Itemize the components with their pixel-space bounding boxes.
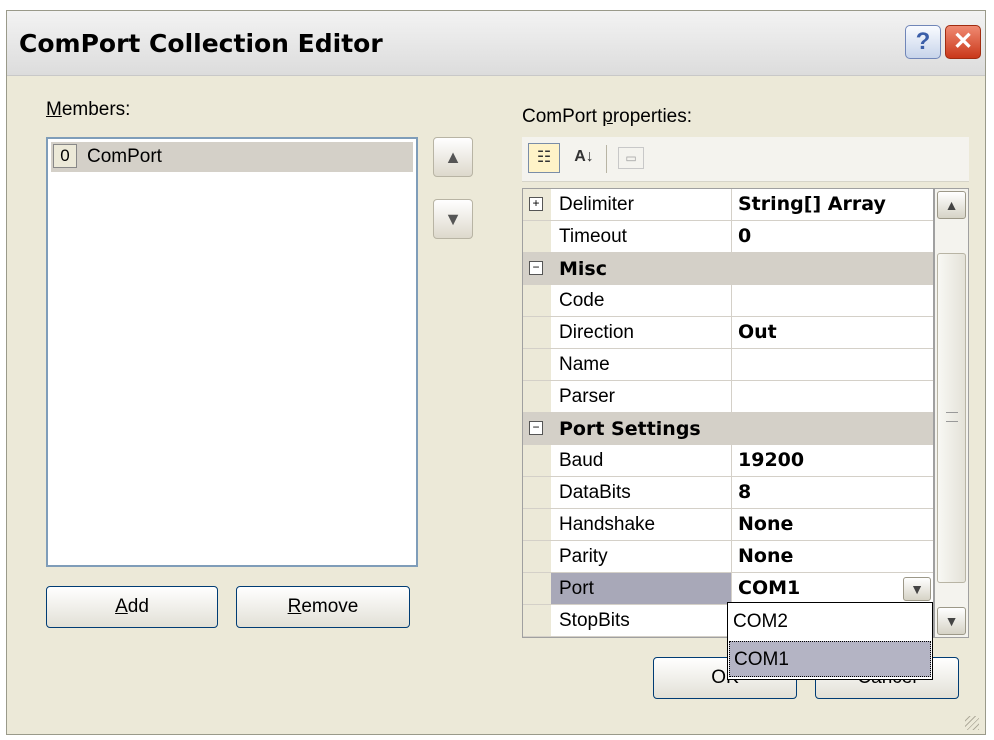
members-label: Members: xyxy=(46,99,131,120)
list-item[interactable]: 0 ComPort xyxy=(51,142,413,172)
property-name: DataBits xyxy=(559,482,631,503)
property-value[interactable]: 0 xyxy=(731,221,933,252)
row-gutter xyxy=(523,285,551,316)
members-list[interactable]: 0 ComPort xyxy=(46,137,418,567)
move-down-button[interactable]: ▼ xyxy=(433,199,473,239)
categorized-icon: ☷ xyxy=(536,149,552,166)
property-toolbar: ☷ A↓ ▭ xyxy=(522,137,969,182)
dropdown-option-com2[interactable]: COM2 xyxy=(729,604,931,640)
property-row-direction[interactable]: Direction Out xyxy=(523,317,933,349)
property-value[interactable] xyxy=(731,381,933,412)
property-row-delimiter[interactable]: + Delimiter String[] Array xyxy=(523,189,933,221)
property-name: Delimiter xyxy=(559,194,634,215)
property-name: Code xyxy=(559,290,605,311)
category-name: Port Settings xyxy=(559,418,701,440)
property-name: Port xyxy=(559,578,594,599)
property-value[interactable]: 19200 xyxy=(731,445,933,476)
dropdown-button[interactable]: ▼ xyxy=(903,577,931,601)
property-row-code[interactable]: Code xyxy=(523,285,933,317)
sort-az-icon: A↓ xyxy=(574,148,594,165)
row-gutter xyxy=(523,221,551,252)
property-name: Timeout xyxy=(559,226,627,247)
chevron-up-icon: ▲ xyxy=(944,197,959,213)
help-button[interactable]: ? xyxy=(905,25,941,59)
category-name: Misc xyxy=(559,258,607,280)
member-name: ComPort xyxy=(87,146,162,167)
property-row-baud[interactable]: Baud 19200 xyxy=(523,445,933,477)
property-scrollbar[interactable]: ▲ ▼ xyxy=(934,188,969,638)
chevron-down-icon: ▼ xyxy=(944,613,959,629)
categorized-button[interactable]: ☷ xyxy=(528,143,560,173)
alphabetical-button[interactable]: A↓ xyxy=(568,143,600,173)
category-misc[interactable]: − Misc xyxy=(523,253,933,285)
category-port-settings[interactable]: − Port Settings xyxy=(523,413,933,445)
add-button[interactable]: Add xyxy=(46,586,218,628)
remove-button[interactable]: Remove xyxy=(236,586,410,628)
arrow-up-icon: ▲ xyxy=(444,147,462,167)
property-value[interactable]: 8 xyxy=(731,477,933,508)
close-button[interactable]: ✕ xyxy=(945,25,981,59)
property-row-timeout[interactable]: Timeout 0 xyxy=(523,221,933,253)
property-value[interactable] xyxy=(731,349,933,380)
property-pages-icon: ▭ xyxy=(625,151,637,165)
properties-label: ComPort properties: xyxy=(522,106,693,127)
property-name: Parity xyxy=(559,546,608,567)
scroll-down-button[interactable]: ▼ xyxy=(937,607,966,635)
grip-icon xyxy=(946,412,958,422)
property-row-port[interactable]: Port COM1 ▼ xyxy=(523,573,933,605)
property-row-databits[interactable]: DataBits 8 xyxy=(523,477,933,509)
member-index: 0 xyxy=(53,144,77,168)
row-gutter xyxy=(523,509,551,540)
property-pages-button[interactable]: ▭ xyxy=(618,147,644,169)
row-gutter xyxy=(523,349,551,380)
property-grid[interactable]: + Delimiter String[] Array Timeout 0 − M… xyxy=(522,188,934,638)
collapse-icon[interactable]: − xyxy=(529,261,543,275)
property-name: Parser xyxy=(559,386,615,407)
property-name: Baud xyxy=(559,450,604,471)
property-name: Handshake xyxy=(559,514,656,535)
property-value[interactable] xyxy=(731,285,933,316)
property-row-parity[interactable]: Parity None xyxy=(523,541,933,573)
property-name: Name xyxy=(559,354,610,375)
property-value[interactable]: None xyxy=(731,509,933,540)
property-value[interactable]: Out xyxy=(731,317,933,348)
row-gutter: + xyxy=(523,189,551,220)
property-row-name[interactable]: Name xyxy=(523,349,933,381)
row-gutter xyxy=(523,477,551,508)
scroll-up-button[interactable]: ▲ xyxy=(937,191,966,219)
expand-icon[interactable]: + xyxy=(529,197,543,211)
row-gutter xyxy=(523,605,551,636)
row-gutter xyxy=(523,541,551,572)
property-row-parser[interactable]: Parser xyxy=(523,381,933,413)
property-row-handshake[interactable]: Handshake None xyxy=(523,509,933,541)
property-value[interactable]: None xyxy=(731,541,933,572)
scroll-thumb[interactable] xyxy=(937,253,966,583)
move-up-button[interactable]: ▲ xyxy=(433,137,473,177)
property-name: Direction xyxy=(559,322,634,343)
row-gutter xyxy=(523,381,551,412)
dialog-title: ComPort Collection Editor xyxy=(19,29,383,58)
arrow-down-icon: ▼ xyxy=(444,209,462,229)
property-value[interactable]: String[] Array xyxy=(731,189,933,220)
chevron-down-icon: ▼ xyxy=(910,581,924,597)
toolbar-separator xyxy=(606,145,607,173)
resize-grip[interactable] xyxy=(965,716,979,730)
title-bar[interactable]: ComPort Collection Editor ? ✕ xyxy=(7,11,985,76)
row-gutter xyxy=(523,317,551,348)
dropdown-option-com1[interactable]: COM1 xyxy=(729,641,931,677)
property-name: StopBits xyxy=(559,610,630,631)
port-dropdown-list[interactable]: COM2 COM1 xyxy=(727,602,933,680)
row-gutter xyxy=(523,445,551,476)
row-gutter xyxy=(523,573,551,604)
collapse-icon[interactable]: − xyxy=(529,421,543,435)
